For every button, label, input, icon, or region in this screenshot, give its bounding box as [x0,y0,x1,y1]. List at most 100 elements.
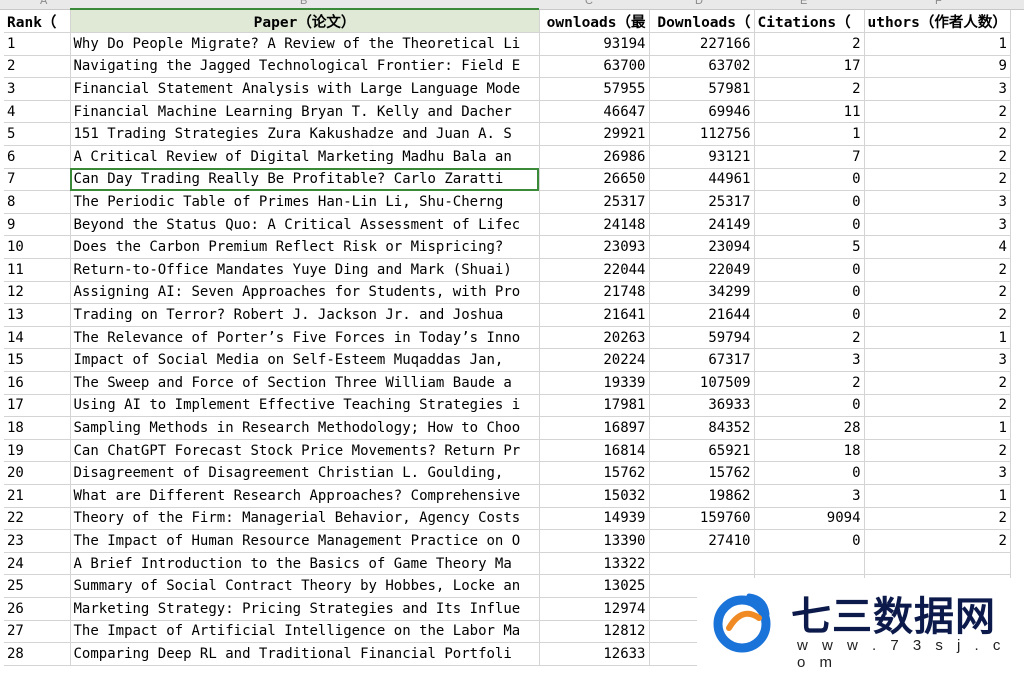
cell-paper[interactable]: A Brief Introduction to the Basics of Ga… [70,552,540,576]
cell-downloads-total[interactable]: 44961 [649,168,755,192]
table-row[interactable]: 21 What are Different Research Approaches… [4,484,1011,508]
cell-authors[interactable]: 2 [864,145,1011,169]
cell-paper[interactable]: Trading on Terror? Robert J. Jackson Jr.… [70,303,540,327]
cell-paper[interactable]: Navigating the Jagged Technological Fron… [70,55,540,79]
cell-downloads-total[interactable]: 57981 [649,77,755,101]
cell-authors[interactable]: 3 [864,213,1011,237]
column-letter-a[interactable]: A [40,0,47,7]
cell-downloads-recent[interactable]: 29921 [539,122,650,147]
cell-authors[interactable]: 1 [864,32,1011,56]
cell-downloads-recent[interactable]: 46647 [539,100,650,124]
cell-rank[interactable]: 6 [4,145,71,169]
cell-rank[interactable]: 20 [4,461,71,485]
cell-paper[interactable]: Marketing Strategy: Pricing Strategies a… [70,597,540,621]
cell-paper[interactable]: 151 Trading Strategies Zura Kakushadze a… [70,122,540,147]
cell-paper[interactable]: Sampling Methods in Research Methodology… [70,416,540,440]
cell-downloads-total[interactable]: 19862 [649,484,755,508]
table-row[interactable]: 15 Impact of Social Media on Self-Esteem … [4,348,1011,372]
table-row[interactable]: 13 Trading on Terror? Robert J. Jackson J… [4,303,1011,327]
cell-rank[interactable]: 13 [4,303,71,327]
cell-citations[interactable] [754,552,865,576]
cell-citations[interactable]: 3 [754,348,865,372]
table-row[interactable]: 7 Can Day Trading Really Be Profitable? C… [4,168,1011,192]
cell-paper[interactable]: Impact of Social Media on Self-Esteem Mu… [70,348,540,372]
cell-downloads-recent[interactable]: 15762 [539,461,650,485]
cell-downloads-recent[interactable]: 93194 [539,32,650,56]
cell-citations[interactable]: 2 [754,371,865,395]
cell-citations[interactable]: 0 [754,303,865,327]
cell-citations[interactable]: 0 [754,168,865,192]
cell-rank[interactable]: 11 [4,258,71,282]
table-row[interactable]: 20 Disagreement of Disagreement Christian… [4,461,1011,485]
table-row[interactable]: 24 A Brief Introduction to the Basics of … [4,552,1011,576]
cell-citations[interactable]: 7 [754,145,865,169]
cell-rank[interactable]: 2 [4,55,71,79]
cell-authors[interactable]: 2 [864,168,1011,192]
table-row[interactable]: 3 Financial Statement Analysis with Large… [4,77,1011,101]
cell-downloads-total[interactable]: 15762 [649,461,755,485]
cell-citations[interactable]: 28 [754,416,865,440]
cell-authors[interactable]: 3 [864,77,1011,101]
cell-paper[interactable]: The Impact of Human Resource Management … [70,529,540,553]
cell-authors[interactable]: 2 [864,303,1011,327]
cell-downloads-recent[interactable]: 23093 [539,235,650,260]
table-row[interactable]: 5 151 Trading Strategies Zura Kakushadze … [4,122,1011,147]
cell-paper[interactable]: Why Do People Migrate? A Review of the T… [70,32,540,56]
cell-citations[interactable]: 17 [754,55,865,79]
cell-citations[interactable]: 11 [754,100,865,124]
cell-citations[interactable]: 0 [754,258,865,282]
cell-citations[interactable]: 1 [754,122,865,147]
table-row[interactable]: 6A Critical Review of Digital Marketing … [4,145,1011,169]
cell-paper[interactable]: Does the Carbon Premium Reflect Risk or … [70,235,540,260]
cell-downloads-recent[interactable]: 14939 [539,507,650,531]
cell-downloads-recent[interactable]: 57955 [539,77,650,101]
header-authors[interactable]: uthors（作者人数） [864,10,1011,34]
cell-rank[interactable]: 16 [4,371,71,395]
cell-downloads-recent[interactable]: 20263 [539,326,650,350]
table-row[interactable]: 10 Does the Carbon Premium Reflect Risk o… [4,235,1011,260]
cell-authors[interactable]: 1 [864,326,1011,350]
cell-downloads-recent[interactable]: 13322 [539,552,650,576]
cell-paper[interactable]: Assigning AI: Seven Approaches for Stude… [70,281,540,305]
cell-downloads-recent[interactable]: 25317 [539,190,650,214]
cell-rank[interactable]: 18 [4,416,71,440]
cell-authors[interactable]: 2 [864,122,1011,147]
cell-citations[interactable]: 0 [754,190,865,214]
cell-authors[interactable]: 2 [864,258,1011,282]
cell-authors[interactable] [864,552,1011,576]
cell-rank[interactable]: 1 [4,32,71,56]
cell-downloads-recent[interactable]: 12633 [539,642,650,666]
cell-authors[interactable]: 2 [864,439,1011,463]
cell-authors[interactable]: 2 [864,394,1011,418]
cell-rank[interactable]: 27 [4,620,71,644]
cell-authors[interactable]: 9 [864,55,1011,79]
column-letter-c[interactable]: C [585,0,593,7]
cell-downloads-recent[interactable]: 22044 [539,258,650,282]
table-row[interactable]: 9 Beyond the Status Quo: A Critical Asses… [4,213,1011,237]
cell-authors[interactable]: 2 [864,529,1011,553]
table-row[interactable]: 22 Theory of the Firm: Managerial Behavio… [4,507,1011,531]
cell-rank[interactable]: 24 [4,552,71,576]
cell-paper[interactable]: Can Day Trading Really Be Profitable? Ca… [70,168,540,192]
table-row[interactable]: 17 Using AI to Implement Effective Teachi… [4,394,1011,418]
cell-citations[interactable]: 18 [754,439,865,463]
cell-rank[interactable]: 28 [4,642,71,666]
cell-citations[interactable]: 5 [754,235,865,260]
cell-authors[interactable]: 2 [864,100,1011,124]
cell-rank[interactable]: 15 [4,348,71,372]
cell-paper[interactable]: Summary of Social Contract Theory by Hob… [70,574,540,598]
table-row[interactable]: 12 Assigning AI: Seven Approaches for Stu… [4,281,1011,305]
cell-paper[interactable]: Can ChatGPT Forecast Stock Price Movemen… [70,439,540,463]
cell-downloads-total[interactable]: 107509 [649,371,755,395]
cell-rank[interactable]: 5 [4,122,71,147]
table-row[interactable]: 16 The Sweep and Force of Section Three W… [4,371,1011,395]
cell-paper[interactable]: A Critical Review of Digital Marketing M… [70,145,540,169]
cell-citations[interactable]: 0 [754,394,865,418]
column-letter-e[interactable]: E [800,0,807,7]
table-row[interactable]: 8 The Periodic Table of Primes Han-Lin Li… [4,190,1011,214]
cell-downloads-total[interactable]: 34299 [649,281,755,305]
cell-downloads-recent[interactable]: 15032 [539,484,650,508]
cell-downloads-recent[interactable]: 16814 [539,439,650,463]
cell-downloads-total[interactable]: 36933 [649,394,755,418]
table-row[interactable]: 18 Sampling Methods in Research Methodolo… [4,416,1011,440]
